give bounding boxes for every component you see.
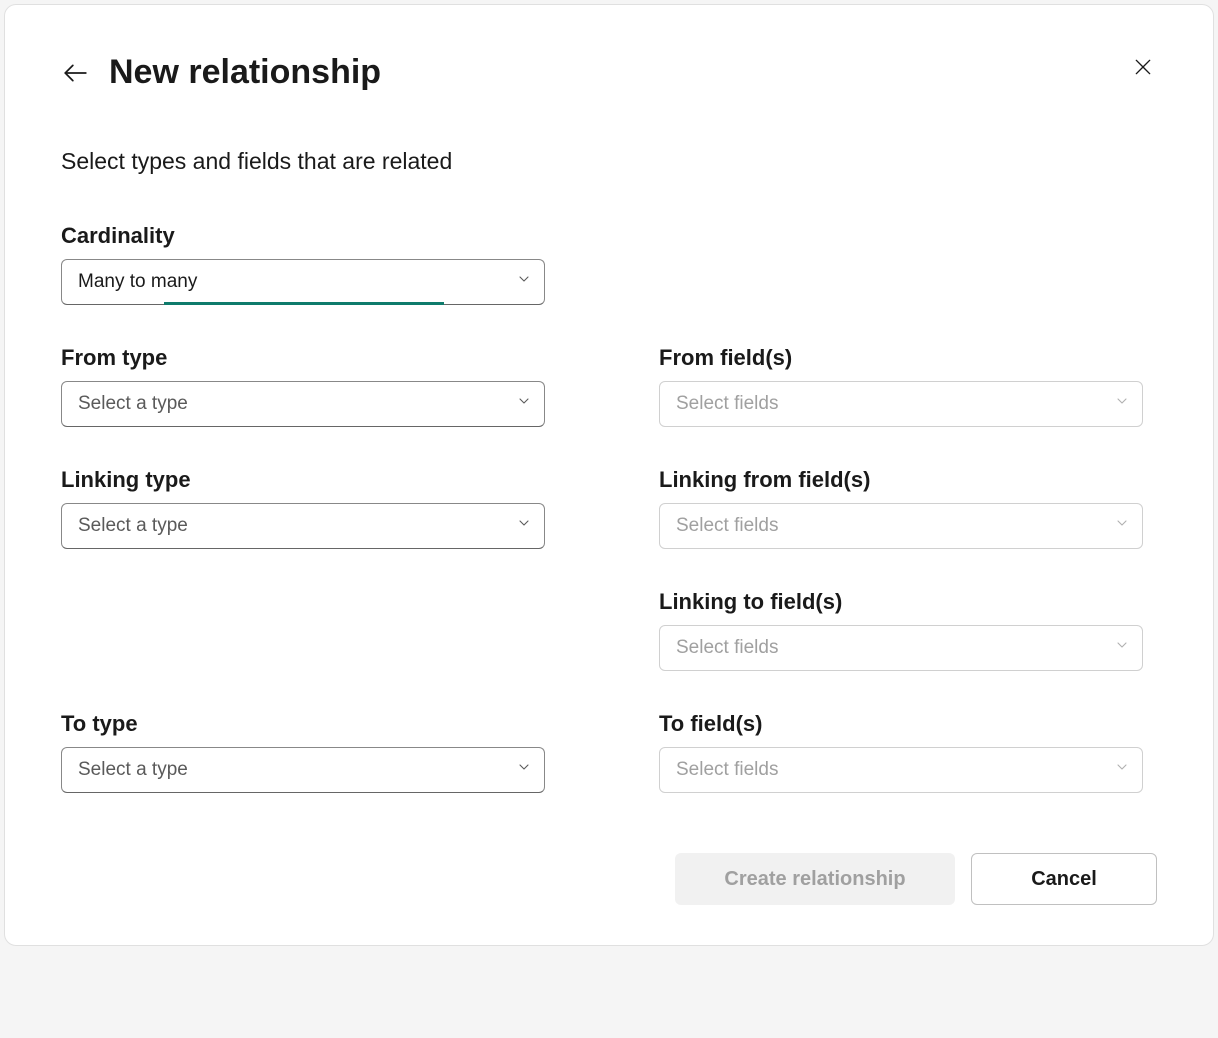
chevron-down-icon [516, 759, 532, 781]
to-fields-field: To field(s) Select fields [659, 711, 1157, 793]
panel-footer: Create relationship Cancel [61, 853, 1157, 905]
to-type-label: To type [61, 711, 559, 737]
linking-to-fields-label: Linking to field(s) [659, 589, 1157, 615]
linking-type-field: Linking type Select a type [61, 467, 559, 549]
chevron-down-icon [516, 271, 532, 293]
from-type-select[interactable]: Select a type [61, 381, 545, 427]
close-button[interactable] [1129, 53, 1157, 81]
from-fields-placeholder: Select fields [676, 393, 1102, 415]
to-type-field: To type Select a type [61, 711, 559, 793]
chevron-down-icon [516, 515, 532, 537]
to-fields-label: To field(s) [659, 711, 1157, 737]
create-relationship-button[interactable]: Create relationship [675, 853, 955, 905]
new-relationship-panel: New relationship Select types and fields… [4, 4, 1214, 946]
linking-to-fields-select[interactable]: Select fields [659, 625, 1143, 671]
page-title: New relationship [109, 53, 381, 92]
panel-header: New relationship [61, 53, 1157, 92]
from-type-field: From type Select a type [61, 345, 559, 427]
to-type-placeholder: Select a type [78, 759, 504, 781]
chevron-down-icon [1114, 759, 1130, 781]
cardinality-value: Many to many [78, 271, 504, 293]
arrow-left-icon [62, 60, 88, 86]
cardinality-label: Cardinality [61, 223, 559, 249]
linking-to-fields-field: Linking to field(s) Select fields [659, 589, 1157, 671]
to-fields-placeholder: Select fields [676, 759, 1102, 781]
to-type-select[interactable]: Select a type [61, 747, 545, 793]
chevron-down-icon [516, 393, 532, 415]
from-fields-select[interactable]: Select fields [659, 381, 1143, 427]
close-icon [1133, 57, 1153, 77]
cardinality-field: Cardinality Many to many [61, 223, 559, 305]
from-type-label: From type [61, 345, 559, 371]
linking-from-fields-select[interactable]: Select fields [659, 503, 1143, 549]
cardinality-select[interactable]: Many to many [61, 259, 545, 305]
back-button[interactable] [61, 59, 89, 87]
panel-subtitle: Select types and fields that are related [61, 148, 1157, 175]
spacer [659, 223, 1157, 305]
spacer [61, 589, 559, 671]
linking-from-fields-placeholder: Select fields [676, 515, 1102, 537]
linking-to-fields-placeholder: Select fields [676, 637, 1102, 659]
linking-type-label: Linking type [61, 467, 559, 493]
chevron-down-icon [1114, 637, 1130, 659]
chevron-down-icon [1114, 393, 1130, 415]
linking-type-placeholder: Select a type [78, 515, 504, 537]
chevron-down-icon [1114, 515, 1130, 537]
linking-from-fields-field: Linking from field(s) Select fields [659, 467, 1157, 549]
to-fields-select[interactable]: Select fields [659, 747, 1143, 793]
linking-from-fields-label: Linking from field(s) [659, 467, 1157, 493]
form-grid: Cardinality Many to many From type Selec… [61, 223, 1157, 833]
from-fields-field: From field(s) Select fields [659, 345, 1157, 427]
linking-type-select[interactable]: Select a type [61, 503, 545, 549]
cancel-button[interactable]: Cancel [971, 853, 1157, 905]
from-fields-label: From field(s) [659, 345, 1157, 371]
from-type-placeholder: Select a type [78, 393, 504, 415]
